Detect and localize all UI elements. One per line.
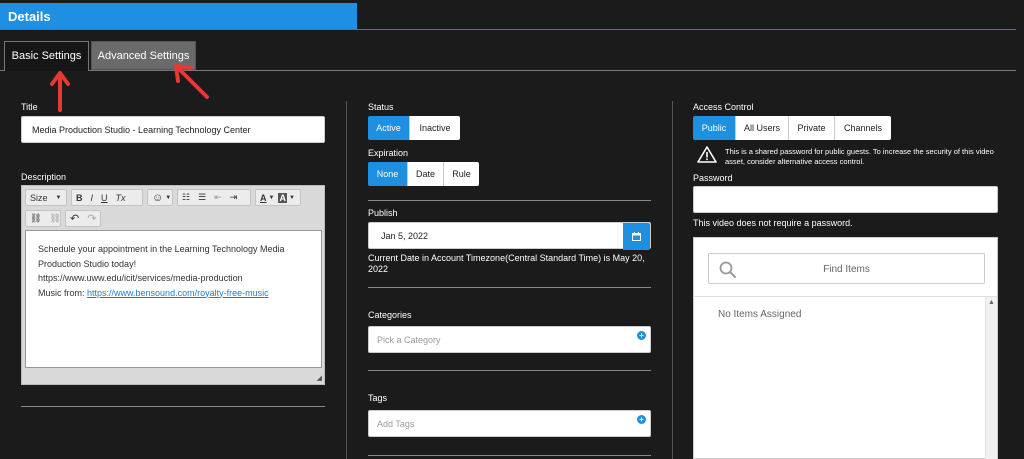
unordered-list-icon[interactable]: ☰ xyxy=(194,190,210,205)
ordered-list-icon[interactable]: ☷ xyxy=(178,190,194,205)
password-label: Password xyxy=(693,173,733,183)
link-group: ⛓ ⛓ xyxy=(25,210,61,227)
description-line: https://www.uww.edu/icit/services/media-… xyxy=(38,273,243,283)
color-group: A ▼ A ▼ xyxy=(255,189,301,206)
status-toggle: Active Inactive xyxy=(368,116,460,140)
format-group: B I U Tx xyxy=(71,189,143,206)
password-input[interactable] xyxy=(693,186,998,213)
description-line: Music from: https://www.bensound.com/roy… xyxy=(38,286,309,301)
password-warning: This is a shared password for public gue… xyxy=(725,147,994,166)
bold-button[interactable]: B xyxy=(72,190,87,205)
status-active-button[interactable]: Active xyxy=(368,116,410,140)
items-panel: Find Items No Items Assigned ▲ xyxy=(693,237,998,459)
calendar-button[interactable] xyxy=(623,223,650,250)
categories-placeholder: Pick a Category xyxy=(377,335,441,345)
redo-icon[interactable]: ↷ xyxy=(83,211,100,226)
scroll-up-icon[interactable]: ▲ xyxy=(988,299,995,306)
add-tag-icon[interactable]: + xyxy=(637,415,646,424)
no-items-text: No Items Assigned xyxy=(718,309,802,320)
access-channels-button[interactable]: Channels xyxy=(835,116,891,140)
expiration-rule-button[interactable]: Rule xyxy=(444,162,479,186)
tab-divider xyxy=(89,70,1016,71)
items-scrollbar[interactable]: ▲ xyxy=(985,297,997,459)
categories-divider xyxy=(368,370,651,371)
list-group: ☷ ☰ ⇤ ⇥ xyxy=(177,189,251,206)
chevron-down-icon: ▼ xyxy=(55,194,62,201)
bg-color-button[interactable]: A ▼ xyxy=(276,190,296,205)
underline-button[interactable]: U xyxy=(97,190,112,205)
history-group: ↶ ↷ xyxy=(65,210,101,227)
column-divider-1 xyxy=(346,101,347,459)
annotation-arrow-basic xyxy=(50,71,70,112)
column-divider-2 xyxy=(672,101,673,459)
description-line: Production Studio today! xyxy=(38,258,137,269)
find-items-placeholder: Find Items xyxy=(823,264,870,275)
music-prefix: Music from: xyxy=(38,287,88,298)
expiration-divider xyxy=(368,200,651,201)
title-value: Media Production Studio - Learning Techn… xyxy=(32,125,251,135)
status-inactive-button[interactable]: Inactive xyxy=(410,116,460,140)
description-editor: Size ▼ B I U Tx ☺ ▼ ☷ ☰ ⇤ ⇥ A ▼ A ▼ ⛓ ⛓ ↶ … xyxy=(21,185,325,385)
music-link[interactable]: https://www.bensound.com/royalty-free-mu… xyxy=(87,288,269,298)
items-panel-divider xyxy=(694,296,997,297)
title-label: Title xyxy=(21,102,38,112)
undo-icon[interactable]: ↶ xyxy=(66,211,83,226)
expiration-none-button[interactable]: None xyxy=(368,162,408,186)
tab-basic-settings[interactable]: Basic Settings xyxy=(4,41,89,71)
description-line: Schedule your appointment in the Learnin… xyxy=(38,244,285,254)
chevron-down-icon: ▼ xyxy=(268,194,275,201)
bg-color-icon: A xyxy=(278,192,287,203)
tags-input[interactable]: Add Tags + xyxy=(368,410,651,437)
add-category-icon[interactable]: + xyxy=(637,331,646,340)
tags-placeholder: Add Tags xyxy=(377,419,415,429)
chevron-down-icon: ▼ xyxy=(165,194,172,201)
access-control-toggle: Public All Users Private Channels xyxy=(693,116,891,140)
italic-button[interactable]: I xyxy=(87,190,98,205)
size-label: Size xyxy=(30,192,48,203)
categories-label: Categories xyxy=(368,310,412,320)
access-public-button[interactable]: Public xyxy=(693,116,736,140)
text-color-button[interactable]: A ▼ xyxy=(256,190,276,205)
warning-icon xyxy=(697,146,717,163)
clear-format-button[interactable]: Tx xyxy=(112,190,130,205)
access-private-button[interactable]: Private xyxy=(789,116,835,140)
title-input[interactable]: Media Production Studio - Learning Techn… xyxy=(21,116,325,143)
expiration-toggle: None Date Rule xyxy=(368,162,479,186)
unlink-icon[interactable]: ⛓ xyxy=(45,211,64,226)
description-label: Description xyxy=(21,172,67,182)
publish-date-value: Jan 5, 2022 xyxy=(381,231,429,241)
tab-divider-left xyxy=(0,70,4,71)
description-divider xyxy=(21,406,325,407)
outdent-icon[interactable]: ⇤ xyxy=(210,190,226,205)
size-dropdown[interactable]: Size ▼ xyxy=(25,189,67,206)
resize-handle-icon[interactable]: ◢ xyxy=(317,374,322,382)
text-color-icon: A xyxy=(260,192,267,203)
expiration-label: Expiration xyxy=(368,148,409,158)
calendar-icon xyxy=(632,232,641,241)
link-icon[interactable]: ⛓ xyxy=(26,211,45,226)
access-all-users-button[interactable]: All Users xyxy=(736,116,789,140)
emoji-dropdown[interactable]: ☺ ▼ xyxy=(147,189,173,206)
publish-divider xyxy=(368,287,651,288)
description-textarea[interactable]: Schedule your appointment in the Learnin… xyxy=(25,230,322,368)
publish-label: Publish xyxy=(368,208,398,218)
details-header: Details xyxy=(0,3,357,30)
find-items-input[interactable]: Find Items xyxy=(708,253,985,284)
indent-icon[interactable]: ⇥ xyxy=(226,190,242,205)
tags-divider xyxy=(368,455,651,456)
details-title: Details xyxy=(8,9,51,24)
status-label: Status xyxy=(368,102,394,112)
tags-label: Tags xyxy=(368,393,388,403)
categories-input[interactable]: Pick a Category + xyxy=(368,326,651,353)
password-note: This video does not require a password. xyxy=(693,218,853,228)
annotation-arrow-advanced xyxy=(174,64,209,99)
access-control-label: Access Control xyxy=(693,102,754,112)
publish-note: Current Date in Account Timezone(Central… xyxy=(368,253,645,274)
chevron-down-icon: ▼ xyxy=(288,194,295,201)
publish-date-input[interactable]: Jan 5, 2022 xyxy=(368,222,651,250)
expiration-date-button[interactable]: Date xyxy=(408,162,444,186)
emoji-icon: ☺ xyxy=(152,191,164,204)
header-divider xyxy=(0,29,1016,30)
